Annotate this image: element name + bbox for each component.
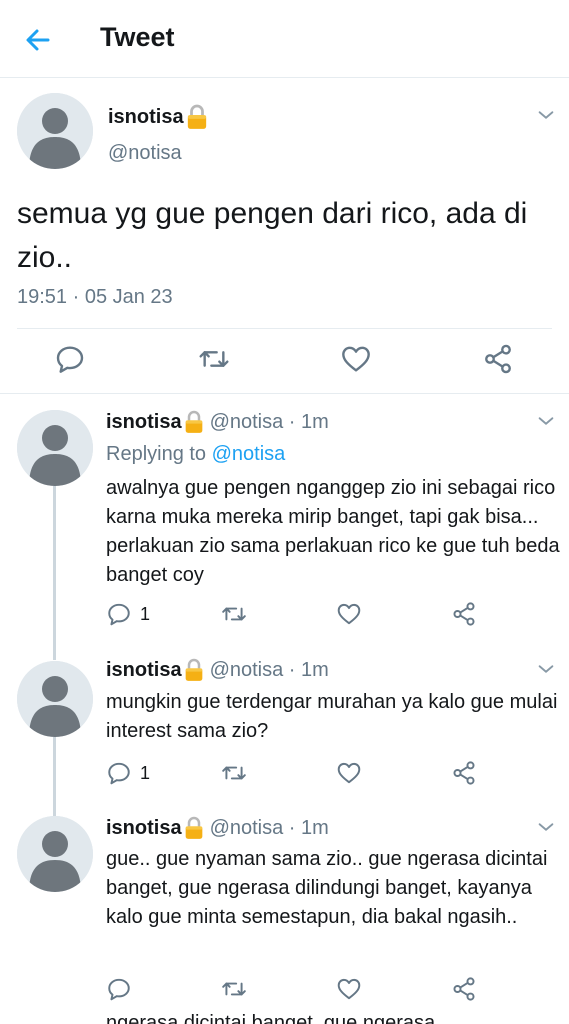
main-tweet: isnotisa @notisa semua yg gue pengen dar… (0, 78, 569, 394)
heart-icon (340, 343, 372, 375)
tweet-text: awalnya gue pengen nganggep zio ini seba… (106, 477, 560, 586)
reply-button[interactable]: 1 (106, 601, 150, 627)
author-name[interactable]: isnotisa (106, 659, 182, 682)
like-button[interactable] (336, 976, 362, 1002)
tweet-menu-button[interactable] (535, 410, 557, 432)
reply-button[interactable] (54, 343, 86, 375)
replying-to-label: Replying to (106, 443, 212, 465)
page-title: Tweet (100, 22, 175, 52)
reply-header: isnotisa @notisa · 1m (106, 658, 329, 682)
reply-icon (106, 760, 132, 786)
avatar[interactable] (17, 93, 93, 169)
heart-icon (336, 976, 362, 1002)
chevron-down-icon (535, 410, 557, 432)
reply-icon (106, 976, 132, 1002)
share-icon (482, 343, 514, 375)
author-name[interactable]: isnotisa (108, 104, 208, 130)
lock-icon (186, 104, 208, 130)
reply-count: 1 (140, 603, 151, 624)
reply-tweet[interactable]: isnotisa @notisa · 1m mungkin gue terden… (0, 654, 569, 812)
tweet-actions: 1 (0, 601, 569, 629)
retweet-icon (221, 976, 247, 1002)
reply-icon (54, 343, 86, 375)
retweet-icon (221, 601, 247, 627)
chevron-down-icon (535, 104, 557, 126)
tweet-timestamp[interactable]: 19:51 · 05 Jan 23 (17, 286, 173, 309)
chevron-down-icon (535, 658, 557, 680)
reply-tweet[interactable]: isnotisa @notisa · 1m Replying to @notis… (0, 394, 569, 654)
avatar[interactable] (17, 816, 93, 892)
replying-to: Replying to @notisa (106, 443, 285, 466)
avatar[interactable] (17, 410, 93, 486)
like-button[interactable] (336, 601, 362, 627)
reply-count: 1 (140, 762, 151, 783)
chevron-down-icon (535, 816, 557, 838)
author-handle-time[interactable]: @notisa · 1m (210, 411, 329, 434)
reply-button[interactable] (106, 976, 140, 1002)
tweet-text: gue.. gue nyaman sama zio.. gue ngerasa … (106, 848, 548, 928)
author-name[interactable]: isnotisa (106, 411, 182, 434)
heart-icon (336, 601, 362, 627)
cutoff-text: ngerasa dicintai banget, gue ngerasa (106, 1012, 436, 1024)
tweet-text: semua yg gue pengen dari rico, ada di zi… (17, 197, 528, 274)
reply-button[interactable]: 1 (106, 760, 150, 786)
author-handle-time[interactable]: @notisa · 1m (210, 817, 329, 840)
like-button[interactable] (336, 760, 362, 786)
tweet-menu-button[interactable] (535, 104, 557, 126)
reply-header: isnotisa @notisa · 1m (106, 816, 329, 840)
share-icon (451, 601, 477, 627)
share-button[interactable] (451, 601, 477, 627)
retweet-button[interactable] (221, 601, 247, 627)
like-button[interactable] (340, 343, 372, 375)
tweet-text: mungkin gue terdengar murahan ya kalo gu… (106, 691, 558, 742)
retweet-button[interactable] (198, 343, 230, 375)
avatar[interactable] (17, 661, 93, 737)
tweet-actions (0, 343, 569, 379)
top-bar: Tweet (0, 0, 569, 78)
retweet-icon (221, 760, 247, 786)
reply-tweet[interactable]: isnotisa @notisa · 1m gue.. gue nyaman s… (0, 812, 569, 1012)
share-icon (451, 760, 477, 786)
share-icon (451, 976, 477, 1002)
tweet-menu-button[interactable] (535, 658, 557, 680)
tweet-actions (0, 976, 569, 1004)
share-button[interactable] (451, 976, 477, 1002)
reply-icon (106, 601, 132, 627)
tweet-actions: 1 (0, 760, 569, 788)
replying-to-mention[interactable]: @notisa (212, 443, 286, 465)
author-handle[interactable]: @notisa (108, 142, 182, 165)
tweet-menu-button[interactable] (535, 816, 557, 838)
back-button[interactable] (22, 24, 54, 56)
author-name[interactable]: isnotisa (106, 817, 182, 840)
share-button[interactable] (482, 343, 514, 375)
retweet-icon (198, 343, 230, 375)
author-handle-time[interactable]: @notisa · 1m (210, 659, 329, 682)
lock-icon (184, 658, 204, 682)
retweet-button[interactable] (221, 976, 247, 1002)
arrow-left-icon (26, 29, 50, 51)
reply-header: isnotisa @notisa · 1m (106, 410, 329, 434)
divider (17, 328, 552, 329)
retweet-button[interactable] (221, 760, 247, 786)
share-button[interactable] (451, 760, 477, 786)
heart-icon (336, 760, 362, 786)
lock-icon (184, 816, 204, 840)
author-name-text: isnotisa (108, 105, 184, 128)
lock-icon (184, 410, 204, 434)
